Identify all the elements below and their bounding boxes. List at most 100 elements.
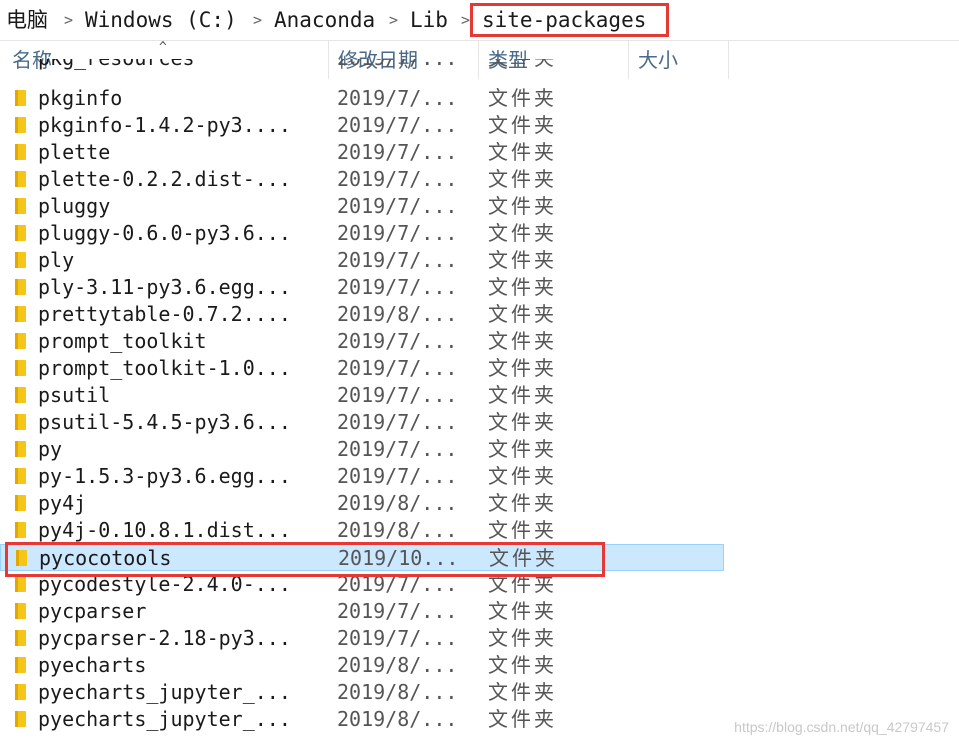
- file-type: 文件夹: [488, 518, 557, 542]
- file-row[interactable]: pyecharts_jupyter_... 2019/8/... 文件夹: [0, 706, 730, 733]
- file-type: 文件夹: [488, 59, 557, 72]
- file-type: 文件夹: [488, 113, 557, 137]
- breadcrumb-item-lib[interactable]: Lib: [410, 6, 448, 34]
- folder-icon: [15, 657, 26, 673]
- file-type: 文件夹: [488, 599, 557, 623]
- file-row[interactable]: psutil 2019/7/... 文件夹: [0, 382, 730, 409]
- chevron-right-icon[interactable]: >: [461, 6, 470, 34]
- file-row[interactable]: pyecharts_jupyter_... 2019/8/... 文件夹: [0, 679, 730, 706]
- folder-icon: [15, 468, 26, 484]
- file-row[interactable]: pycparser 2019/7/... 文件夹: [0, 598, 730, 625]
- folder-icon: [15, 360, 26, 376]
- file-row[interactable]: plette 2019/7/... 文件夹: [0, 139, 730, 166]
- file-type: 文件夹: [488, 194, 557, 218]
- file-name: ply: [38, 248, 75, 272]
- file-name: pycparser: [38, 599, 147, 623]
- file-name: plette: [38, 140, 111, 164]
- file-row[interactable]: plette-0.2.2.dist-... 2019/7/... 文件夹: [0, 166, 730, 193]
- file-row[interactable]: prettytable-0.7.2.... 2019/8/... 文件夹: [0, 301, 730, 328]
- file-type: 文件夹: [488, 167, 557, 191]
- file-name: py-1.5.3-py3.6.egg...: [38, 464, 291, 488]
- file-row[interactable]: pycparser-2.18-py3... 2019/7/... 文件夹: [0, 625, 730, 652]
- file-date-modified: 2019/7/...: [337, 437, 458, 461]
- file-row[interactable]: ply 2019/7/... 文件夹: [0, 247, 730, 274]
- file-row[interactable]: pluggy 2019/7/... 文件夹: [0, 193, 730, 220]
- file-date-modified: 2019/7/...: [337, 329, 458, 353]
- folder-icon: [15, 306, 26, 322]
- file-date-modified: 2019/7/...: [337, 221, 458, 245]
- file-date-modified: 2019/8/...: [337, 302, 458, 326]
- folder-icon: [15, 495, 26, 511]
- chevron-right-icon[interactable]: >: [64, 6, 73, 34]
- file-date-modified: 2019/7/...: [337, 194, 458, 218]
- folder-icon: [15, 252, 26, 268]
- file-row[interactable]: py 2019/7/... 文件夹: [0, 436, 730, 463]
- folder-icon: [15, 711, 26, 727]
- file-type: 文件夹: [488, 302, 557, 326]
- file-type: 文件夹: [488, 410, 557, 434]
- file-list: pkg_resources 2019/7/... 文件夹 pkginfo 2019…: [0, 59, 959, 743]
- file-row[interactable]: pluggy-0.6.0-py3.6... 2019/7/... 文件夹: [0, 220, 730, 247]
- folder-icon: [15, 279, 26, 295]
- breadcrumb-item-windows-drive[interactable]: Windows (C:): [85, 6, 237, 34]
- breadcrumb-item-anaconda[interactable]: Anaconda: [274, 6, 375, 34]
- file-row[interactable]: pkginfo 2019/7/... 文件夹: [0, 85, 730, 112]
- file-row[interactable]: ply-3.11-py3.6.egg... 2019/7/... 文件夹: [0, 274, 730, 301]
- annotation-highlight-box: [5, 542, 605, 577]
- file-name: pyecharts_jupyter_...: [38, 707, 291, 731]
- file-date-modified: 2019/7/...: [337, 59, 457, 72]
- file-type: 文件夹: [488, 680, 557, 704]
- file-name: plette-0.2.2.dist-...: [38, 167, 291, 191]
- file-date-modified: 2019/7/...: [337, 626, 458, 650]
- file-type: 文件夹: [488, 356, 557, 380]
- file-date-modified: 2019/7/...: [337, 464, 458, 488]
- folder-icon: [15, 630, 26, 646]
- file-row[interactable]: py4j 2019/8/... 文件夹: [0, 490, 730, 517]
- file-type: 文件夹: [488, 626, 557, 650]
- file-name: ply-3.11-py3.6.egg...: [38, 275, 291, 299]
- file-type: 文件夹: [488, 329, 557, 353]
- folder-icon: [15, 225, 26, 241]
- file-name: pkginfo: [38, 86, 123, 110]
- chevron-right-icon[interactable]: >: [253, 6, 262, 34]
- file-row[interactable]: psutil-5.4.5-py3.6... 2019/7/... 文件夹: [0, 409, 730, 436]
- file-row[interactable]: py-1.5.3-py3.6.egg... 2019/7/... 文件夹: [0, 463, 730, 490]
- watermark: https://blog.csdn.net/qq_42797457: [734, 719, 949, 735]
- file-type: 文件夹: [488, 140, 557, 164]
- file-type: 文件夹: [488, 707, 557, 731]
- file-row[interactable]: py4j-0.10.8.1.dist... 2019/8/... 文件夹: [0, 517, 730, 544]
- file-date-modified: 2019/7/...: [337, 356, 458, 380]
- file-date-modified: 2019/7/...: [337, 86, 458, 110]
- file-date-modified: 2019/8/...: [337, 680, 458, 704]
- file-date-modified: 2019/8/...: [337, 707, 458, 731]
- file-type: 文件夹: [488, 383, 557, 407]
- file-name: py4j-0.10.8.1.dist...: [38, 518, 291, 542]
- file-type: 文件夹: [488, 221, 557, 245]
- file-name: pyecharts: [38, 653, 147, 677]
- file-date-modified: 2019/7/...: [337, 599, 458, 623]
- file-name: pycparser-2.18-py3...: [38, 626, 291, 650]
- folder-icon: [15, 414, 26, 430]
- file-row[interactable]: pkg_resources 2019/7/... 文件夹: [0, 59, 730, 72]
- chevron-right-icon[interactable]: >: [389, 6, 398, 34]
- file-row[interactable]: pyecharts 2019/8/... 文件夹: [0, 652, 730, 679]
- file-date-modified: 2019/8/...: [337, 518, 458, 542]
- folder-icon: [15, 90, 26, 106]
- folder-icon: [15, 441, 26, 457]
- file-date-modified: 2019/7/...: [337, 167, 458, 191]
- file-name: pluggy: [38, 194, 111, 218]
- file-row[interactable]: prompt_toolkit 2019/7/... 文件夹: [0, 328, 730, 355]
- file-name: prompt_toolkit-1.0...: [38, 356, 291, 380]
- file-row[interactable]: pkginfo-1.4.2-py3.... 2019/7/... 文件夹: [0, 112, 730, 139]
- file-date-modified: 2019/8/...: [337, 491, 458, 515]
- file-type: 文件夹: [488, 464, 557, 488]
- folder-icon: [15, 576, 26, 592]
- address-bar[interactable]: 电脑 > Windows (C:) > Anaconda > Lib > sit…: [0, 0, 959, 41]
- file-type: 文件夹: [488, 275, 557, 299]
- breadcrumb-item-this-pc[interactable]: 电脑: [6, 6, 48, 34]
- folder-icon: [15, 603, 26, 619]
- file-name: py: [38, 437, 63, 461]
- file-date-modified: 2019/8/...: [337, 653, 458, 677]
- file-row[interactable]: prompt_toolkit-1.0... 2019/7/... 文件夹: [0, 355, 730, 382]
- file-name: pyecharts_jupyter_...: [38, 680, 291, 704]
